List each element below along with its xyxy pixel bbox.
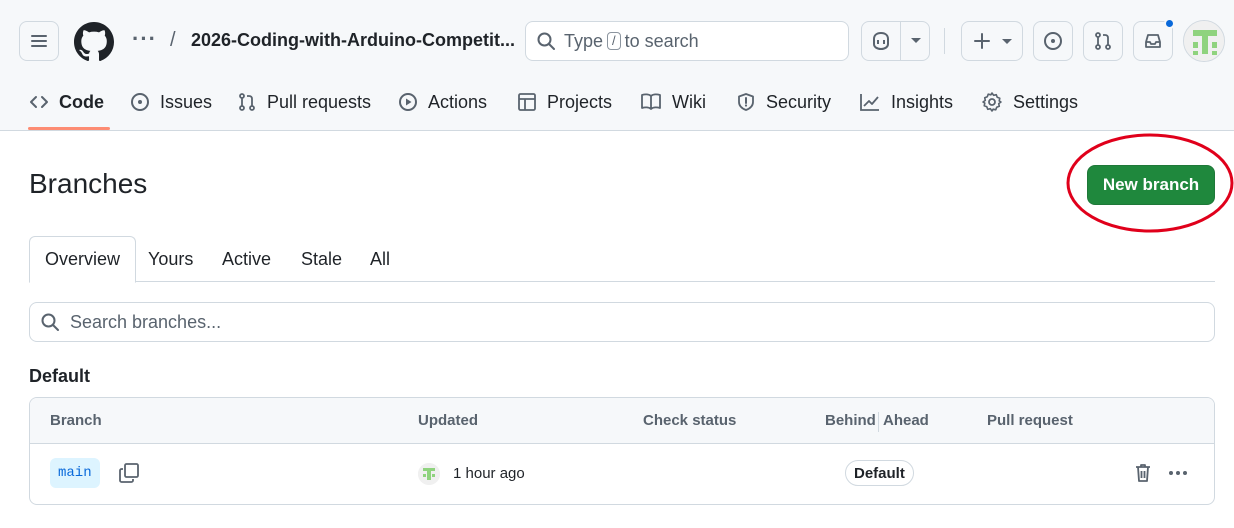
table-header: Branch Updated Check status Behind Ahead…	[30, 398, 1214, 444]
shield-icon	[738, 93, 754, 111]
path-separator: /	[170, 29, 176, 51]
column-header-behind: Behind	[825, 412, 876, 429]
plus-icon	[974, 33, 990, 49]
notification-indicator	[1164, 18, 1175, 29]
tab-settings-label: Settings	[1013, 91, 1079, 112]
global-search-input[interactable]: Type / to search	[525, 21, 849, 61]
git-pull-request-icon	[1095, 32, 1111, 50]
tab-security[interactable]: Security	[736, 86, 831, 118]
issue-opened-icon	[131, 93, 149, 111]
repo-path-ellipsis[interactable]: ···	[132, 26, 157, 52]
column-header-pull-request: Pull request	[987, 412, 1073, 429]
triangle-down-icon	[910, 38, 921, 43]
hamburger-icon	[31, 35, 47, 47]
global-header: ··· / 2026-Coding-with-Arduino-Competit.…	[0, 0, 1234, 131]
tab-issues-label: Issues	[160, 91, 213, 112]
tab-issues[interactable]: Issues	[130, 86, 212, 118]
branch-search-placeholder: Search branches...	[70, 311, 222, 332]
tab-all[interactable]: All	[370, 236, 390, 282]
graph-icon	[860, 94, 879, 111]
user-avatar[interactable]	[1183, 20, 1225, 62]
identicon-icon	[1184, 21, 1224, 61]
issue-opened-icon	[1044, 32, 1062, 50]
identicon-icon	[418, 463, 440, 485]
tab-settings[interactable]: Settings	[981, 86, 1078, 118]
branch-filter-tabs: Overview Yours Active Stale All	[29, 236, 1215, 283]
copilot-icon	[873, 31, 889, 51]
updated-time: 1 hour ago	[453, 465, 525, 482]
search-prefix-text: Type	[564, 30, 604, 51]
tab-active[interactable]: Active	[222, 236, 271, 282]
page-title: Branches	[29, 168, 148, 199]
search-shortcut-key: /	[607, 32, 621, 50]
copilot-button-group	[861, 21, 930, 61]
search-icon	[537, 32, 555, 50]
search-icon	[41, 313, 59, 331]
create-new-button[interactable]	[961, 21, 1023, 61]
tab-security-label: Security	[766, 91, 832, 112]
tab-wiki[interactable]: Wiki	[640, 86, 706, 118]
tab-stale[interactable]: Stale	[301, 236, 342, 282]
tab-overview[interactable]: Overview	[29, 236, 137, 283]
inbox-icon	[1145, 34, 1161, 48]
branch-name-link[interactable]: main	[50, 458, 100, 488]
header-divider	[944, 28, 945, 54]
section-title-default: Default	[29, 366, 91, 386]
table-icon	[518, 93, 536, 111]
copilot-menu-button[interactable]	[901, 22, 930, 60]
committer-avatar[interactable]	[418, 463, 440, 485]
column-header-check-status: Check status	[643, 412, 737, 429]
menu-button[interactable]	[19, 21, 59, 61]
tab-actions-label: Actions	[428, 91, 488, 112]
tab-wiki-label: Wiki	[672, 91, 706, 112]
column-header-updated: Updated	[418, 412, 478, 429]
github-logo-icon[interactable]	[74, 22, 114, 62]
play-icon	[399, 93, 417, 111]
tab-pull-requests-label: Pull requests	[267, 91, 372, 112]
tab-actions[interactable]: Actions	[398, 86, 487, 118]
tab-code[interactable]: Code	[29, 86, 104, 118]
pull-requests-button[interactable]	[1083, 21, 1123, 61]
column-header-ahead: Ahead	[883, 412, 929, 429]
git-pull-request-icon	[239, 93, 255, 111]
tab-yours[interactable]: Yours	[148, 236, 193, 282]
repo-name-link[interactable]: 2026-Coding-with-Arduino-Competit...	[191, 30, 515, 51]
tab-insights-label: Insights	[891, 91, 954, 112]
table-row: main 1 hour ago Default	[30, 444, 1214, 504]
gear-icon	[982, 92, 1002, 112]
active-tab-underline	[28, 127, 110, 130]
new-branch-button[interactable]: New branch	[1087, 165, 1215, 205]
column-header-branch: Branch	[50, 412, 102, 429]
copilot-button[interactable]	[862, 22, 900, 60]
tab-pull-requests[interactable]: Pull requests	[237, 86, 371, 118]
triangle-down-icon	[1002, 39, 1012, 44]
book-icon	[641, 93, 661, 110]
tab-projects-label: Projects	[547, 91, 613, 112]
tab-projects[interactable]: Projects	[517, 86, 612, 118]
tab-insights[interactable]: Insights	[859, 86, 953, 118]
kebab-horizontal-icon[interactable]	[1167, 462, 1189, 484]
issues-button[interactable]	[1033, 21, 1073, 61]
branch-search-input[interactable]: Search branches...	[29, 302, 1215, 342]
behind-ahead-divider	[878, 412, 879, 432]
code-icon	[30, 96, 48, 108]
default-badge: Default	[845, 460, 914, 486]
copy-icon[interactable]	[118, 462, 140, 484]
branches-table: Branch Updated Check status Behind Ahead…	[29, 397, 1215, 505]
tab-code-label: Code	[59, 91, 104, 112]
trash-icon[interactable]	[1133, 462, 1153, 484]
search-suffix-text: to search	[624, 30, 699, 51]
